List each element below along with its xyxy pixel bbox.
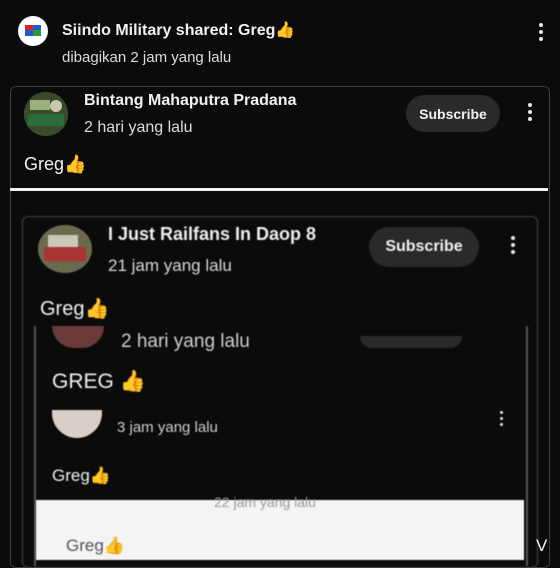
more-options-icon[interactable] xyxy=(538,23,544,44)
post-body: Greg👍 xyxy=(24,154,86,175)
post-time: 2 hari yang lalu xyxy=(84,119,193,136)
post-divider xyxy=(10,188,548,191)
nested-post-time: 2 hari yang lalu xyxy=(121,331,250,352)
edge-text: V xyxy=(536,536,548,555)
thumbs-up-emoji-icon: 👍 xyxy=(275,22,296,39)
channel-name[interactable]: Bintang Mahaputra Pradana xyxy=(84,92,296,110)
siindo-avatar[interactable] xyxy=(18,16,48,46)
subscribe-button[interactable]: Subscribe xyxy=(369,227,479,267)
nested-post-body-2: Greg👍 xyxy=(52,466,111,486)
post-body-text: Greg xyxy=(24,154,65,174)
post-time: 21 jam yang lalu xyxy=(108,256,232,275)
nested-post-body: GREG 👍 xyxy=(52,370,146,394)
thumbs-up-emoji-icon: 👍 xyxy=(84,298,110,320)
nested-post-body-text-2: Greg xyxy=(52,466,90,485)
shared-post-header: Siindo Military shared: Greg👍 xyxy=(62,20,295,40)
shared-post-time: dibagikan 2 jam yang lalu xyxy=(62,49,232,66)
nested-post-time-2: 3 jam yang lalu xyxy=(117,419,218,436)
nested-subscribe-pill xyxy=(360,336,462,348)
post-body: Greg👍 xyxy=(40,296,109,321)
bintang-avatar-image xyxy=(24,92,68,136)
shared-post-header-text: Siindo Military shared: Greg xyxy=(62,22,276,39)
nested-post-time-3: 22 jam yang lalu xyxy=(214,494,316,510)
channel-avatar-railfans[interactable] xyxy=(38,225,92,273)
thumbs-up-emoji-icon: 👍 xyxy=(103,536,125,555)
railfans-avatar-image xyxy=(38,225,92,273)
siindo-logo-icon xyxy=(25,25,41,36)
nested-post-body-text-3: Greg xyxy=(66,536,104,555)
card-more-options-icon[interactable] xyxy=(510,236,516,257)
card-more-options-icon[interactable] xyxy=(527,103,533,124)
channel-name[interactable]: I Just Railfans In Daop 8 xyxy=(108,224,316,245)
subscribe-button[interactable]: Subscribe xyxy=(406,95,500,132)
nested-more-options-icon xyxy=(498,411,504,429)
thumbs-up-emoji-icon: 👍 xyxy=(64,154,87,174)
thumbs-up-emoji-icon: 👍 xyxy=(119,370,146,393)
thumbs-up-emoji-icon: 👍 xyxy=(89,466,111,485)
nested-post-body-3: Greg👍 xyxy=(66,536,125,556)
nested-post-body-text: GREG xyxy=(52,370,114,393)
channel-avatar-bintang[interactable] xyxy=(24,92,68,136)
post-body-text: Greg xyxy=(40,298,85,320)
